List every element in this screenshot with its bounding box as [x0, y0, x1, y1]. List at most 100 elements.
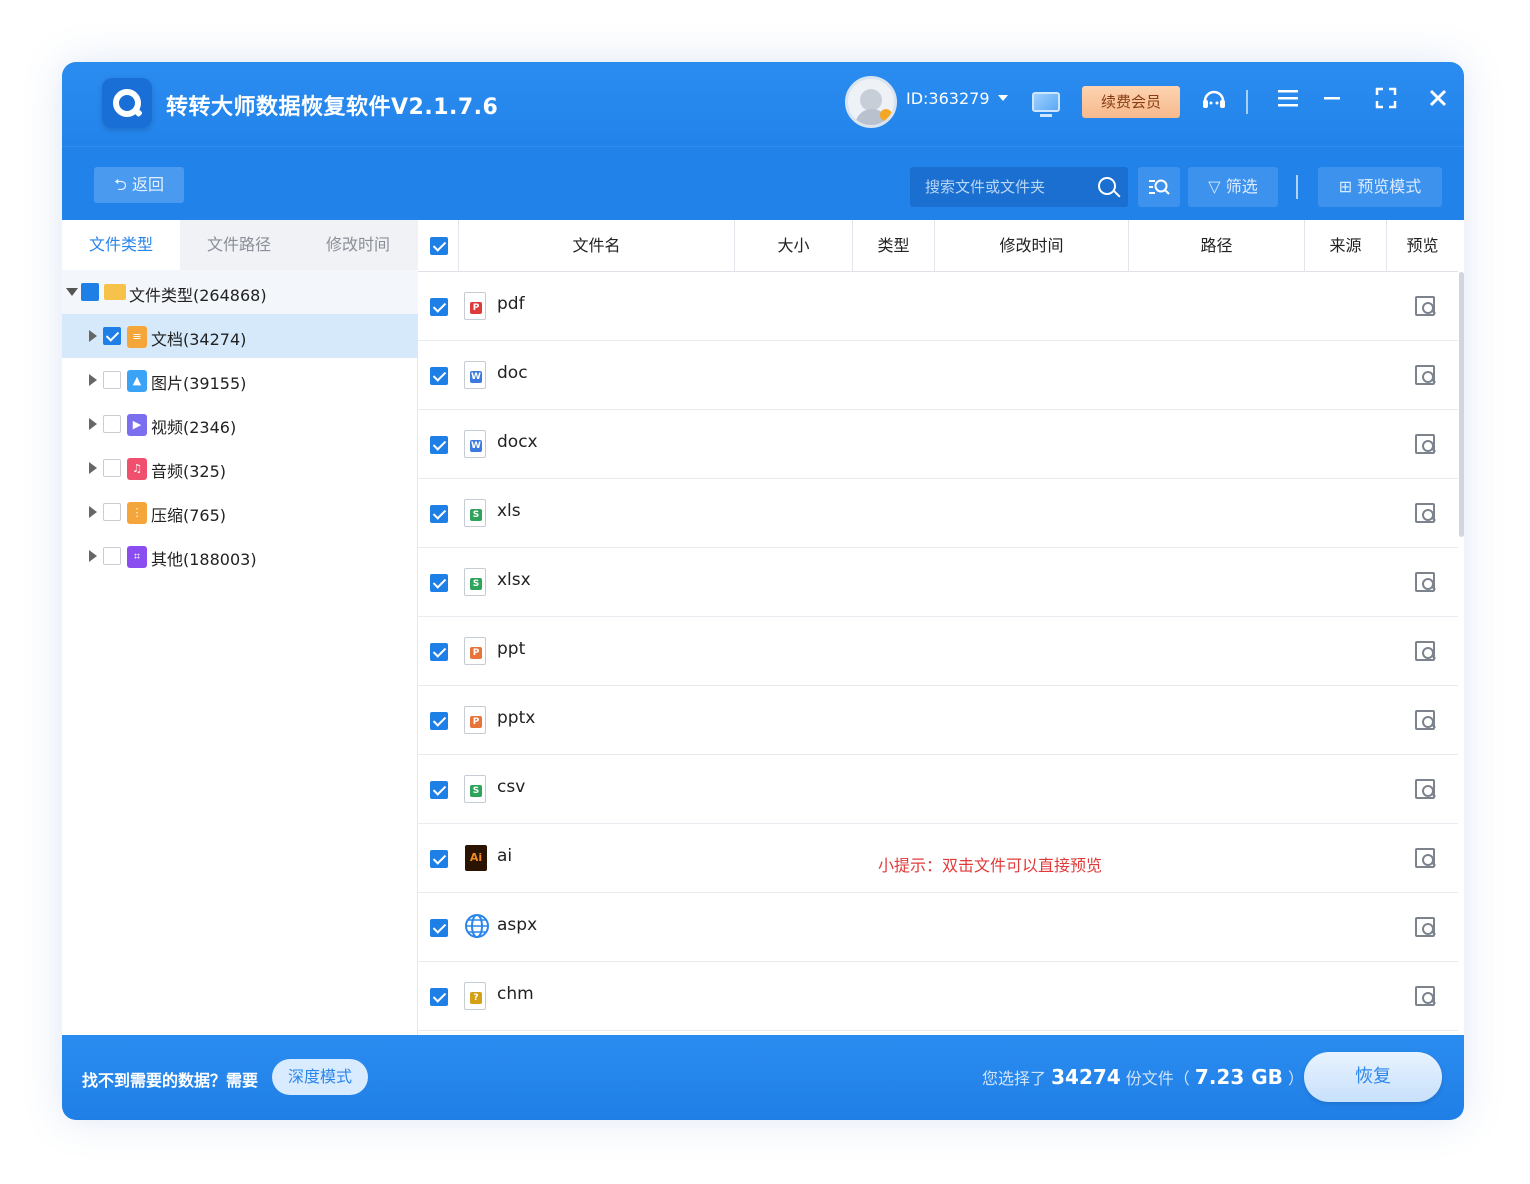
expand-icon[interactable] [89, 462, 97, 474]
preview-icon[interactable] [1415, 572, 1435, 592]
tree-item-archives[interactable]: ⋮ 压缩(765) [62, 490, 418, 534]
deep-scan-prompt: 找不到需要的数据？需要 [82, 1071, 259, 1090]
tree-item-other[interactable]: ⌗ 其他(188003) [62, 534, 418, 578]
tree-item-images[interactable]: ▲ 图片(39155) [62, 358, 418, 402]
file-name: xlsx [497, 570, 531, 590]
user-avatar[interactable] [845, 76, 897, 128]
column-header-modified[interactable]: 修改时间 [934, 220, 1128, 272]
document-icon: ≡ [127, 326, 147, 348]
table-row[interactable]: Ppdf [418, 272, 1458, 341]
tree-item-documents[interactable]: ≡ 文档(34274) [62, 314, 418, 358]
preview-icon[interactable] [1415, 434, 1435, 454]
vertical-scrollbar[interactable] [1458, 272, 1464, 1035]
images-checkbox[interactable] [103, 371, 121, 389]
selection-prefix: 您选择了 [982, 1069, 1047, 1088]
row-checkbox[interactable] [430, 436, 448, 454]
preview-icon[interactable] [1415, 296, 1435, 316]
tab-file-type[interactable]: 文件类型 [62, 220, 180, 270]
row-checkbox[interactable] [430, 712, 448, 730]
deep-mode-button[interactable]: 深度模式 [272, 1059, 368, 1095]
user-id[interactable]: ID:363279 [906, 89, 990, 108]
preview-mode-button[interactable]: ⊞ 预览模式 [1318, 167, 1442, 207]
table-row[interactable]: Wdoc [418, 341, 1458, 410]
column-header-type[interactable]: 类型 [852, 220, 934, 272]
scrollbar-thumb[interactable] [1459, 272, 1464, 537]
table-row[interactable]: Scsv [418, 755, 1458, 824]
expand-icon[interactable] [89, 330, 97, 342]
back-button[interactable]: ⮌ 返回 [94, 167, 184, 203]
column-header-name[interactable]: 文件名 [458, 220, 734, 272]
maximize-icon[interactable] [1370, 86, 1402, 118]
selection-suffix: ） [1287, 1069, 1304, 1088]
tree-item-videos[interactable]: ▶ 视频(2346) [62, 402, 418, 446]
close-icon[interactable] [1422, 86, 1454, 118]
videos-checkbox[interactable] [103, 415, 121, 433]
tree-item-label: 图片(39155) [151, 374, 247, 393]
expand-icon[interactable] [89, 506, 97, 518]
documents-checkbox[interactable] [103, 327, 121, 345]
preview-icon[interactable] [1415, 641, 1435, 661]
search-icon[interactable] [1098, 177, 1116, 195]
audio-checkbox[interactable] [103, 459, 121, 477]
table-row[interactable]: Wdocx [418, 410, 1458, 479]
row-checkbox[interactable] [430, 781, 448, 799]
file-name: chm [497, 984, 534, 1004]
select-all-checkbox[interactable] [430, 237, 448, 255]
column-header-preview[interactable]: 预览 [1386, 220, 1458, 272]
file-name: doc [497, 363, 528, 383]
expand-icon[interactable] [89, 374, 97, 386]
column-header-size[interactable]: 大小 [734, 220, 852, 272]
search-input[interactable] [910, 167, 1094, 207]
advanced-search-button[interactable] [1138, 167, 1180, 207]
row-checkbox[interactable] [430, 988, 448, 1006]
table-row[interactable]: Sxls [418, 479, 1458, 548]
recover-button[interactable]: 恢复 [1304, 1052, 1442, 1102]
row-checkbox[interactable] [430, 298, 448, 316]
tree-item-label: 音频(325) [151, 462, 227, 481]
preview-icon[interactable] [1415, 986, 1435, 1006]
renew-vip-button[interactable]: 续费会员 [1082, 86, 1180, 118]
table-row[interactable]: aspx [418, 893, 1458, 962]
preview-icon[interactable] [1415, 917, 1435, 937]
column-header-source[interactable]: 来源 [1304, 220, 1386, 272]
menu-icon[interactable] [1272, 86, 1304, 118]
table-body: Ppdf Wdoc Wdocx Sxls Sxlsx Pppt Ppptx Scsv Ai ai a… [418, 272, 1458, 1035]
tab-modified-time[interactable]: 修改时间 [298, 220, 418, 270]
account-dropdown-icon[interactable] [998, 95, 1008, 101]
row-checkbox[interactable] [430, 850, 448, 868]
filter-label: 筛选 [1225, 177, 1258, 196]
table-row[interactable]: ? chm [418, 962, 1458, 1031]
archives-checkbox[interactable] [103, 503, 121, 521]
preview-icon[interactable] [1415, 503, 1435, 523]
minimize-icon[interactable] [1316, 86, 1348, 118]
expand-icon[interactable] [89, 550, 97, 562]
row-checkbox[interactable] [430, 919, 448, 937]
tree-item-audio[interactable]: ♫ 音频(325) [62, 446, 418, 490]
collapse-icon[interactable] [66, 288, 78, 296]
column-header-path[interactable]: 路径 [1128, 220, 1304, 272]
preview-icon[interactable] [1415, 365, 1435, 385]
row-checkbox[interactable] [430, 367, 448, 385]
back-icon: ⮌ [114, 175, 132, 194]
remote-desktop-icon[interactable] [1032, 92, 1060, 117]
preview-icon[interactable] [1415, 779, 1435, 799]
preview-icon[interactable] [1415, 710, 1435, 730]
customer-service-icon[interactable] [1198, 86, 1230, 118]
globe-icon [464, 913, 489, 943]
other-checkbox[interactable] [103, 547, 121, 565]
expand-icon[interactable] [89, 418, 97, 430]
selection-mid: 份文件（ [1125, 1069, 1190, 1088]
filter-button[interactable]: ▽ 筛选 [1188, 167, 1278, 207]
tab-file-path[interactable]: 文件路径 [180, 220, 298, 270]
audio-icon: ♫ [127, 458, 147, 480]
row-checkbox[interactable] [430, 643, 448, 661]
search-box[interactable] [910, 167, 1128, 207]
row-checkbox[interactable] [430, 505, 448, 523]
row-checkbox[interactable] [430, 574, 448, 592]
table-row[interactable]: Sxlsx [418, 548, 1458, 617]
root-checkbox[interactable] [81, 283, 99, 301]
preview-icon[interactable] [1415, 848, 1435, 868]
table-row[interactable]: Ppptx [418, 686, 1458, 755]
table-row[interactable]: Pppt [418, 617, 1458, 686]
tree-root[interactable]: 文件类型(264868) [62, 270, 418, 314]
